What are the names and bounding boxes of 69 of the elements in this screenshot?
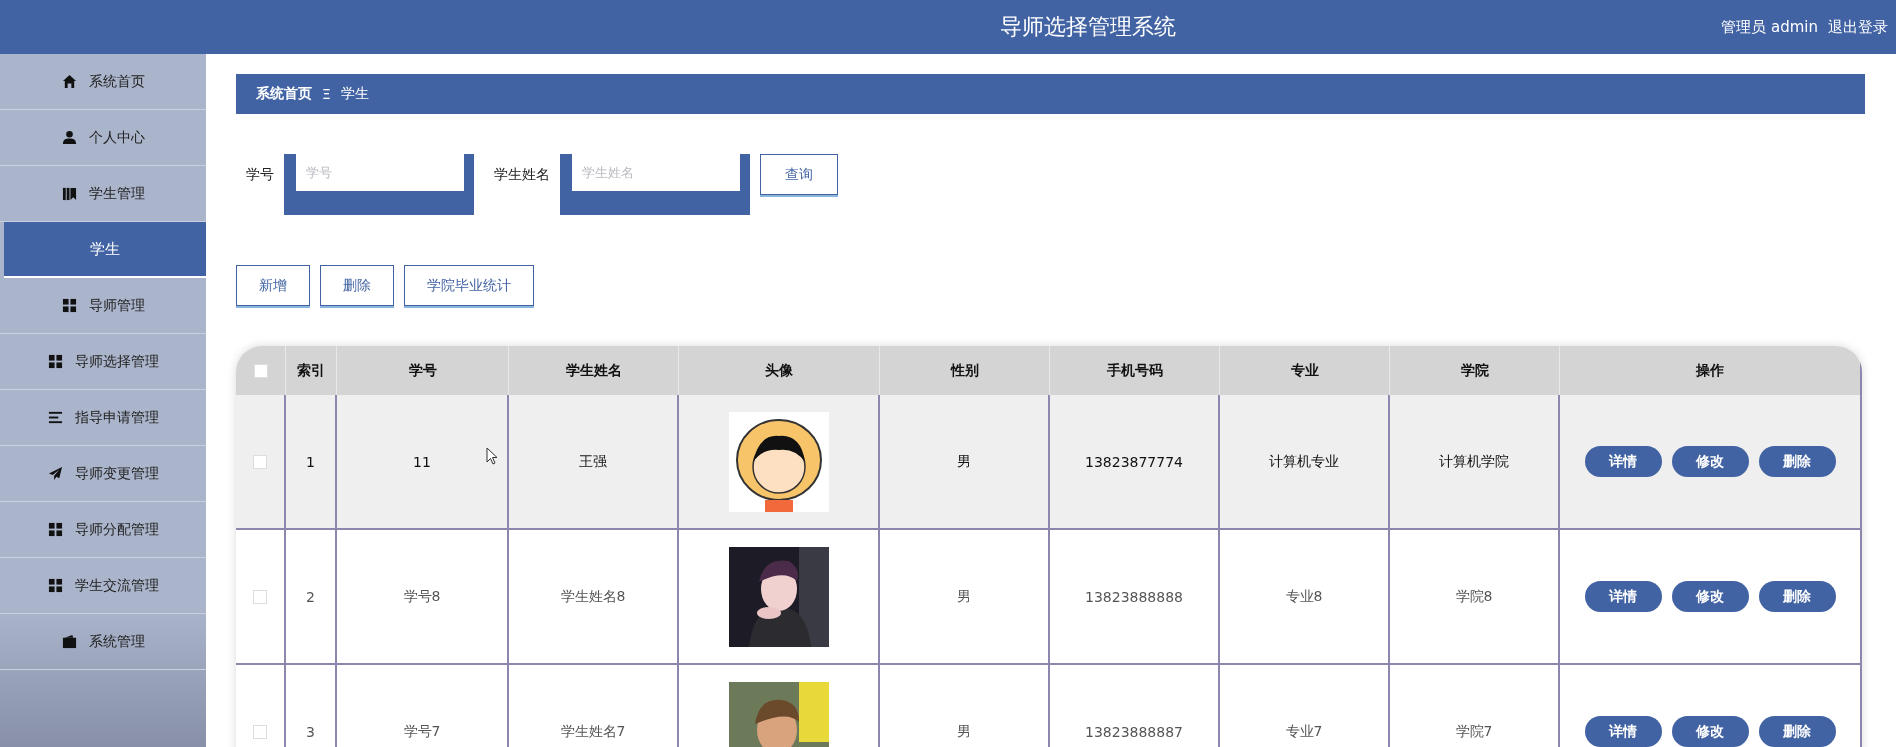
submenu-item[interactable]: 学生 (4, 222, 206, 278)
table-cell: 1 (306, 453, 315, 470)
row-checkbox[interactable] (253, 724, 267, 739)
user-label: 管理员 admin (1721, 17, 1818, 37)
menu-item[interactable]: 个人中心 (0, 110, 206, 166)
app-title: 导师选择管理系统 (1000, 13, 1176, 41)
action-button[interactable]: 学院毕业统计 (404, 265, 534, 306)
table-cell: 11 (413, 453, 431, 470)
table-cell: 男 (957, 587, 971, 606)
table-cell: 13823877774 (1085, 453, 1183, 470)
menu-item[interactable]: 系统管理 (0, 614, 206, 670)
menu-item[interactable]: 导师分配管理 (0, 502, 206, 558)
table-cell: 2 (306, 588, 315, 605)
table-cell: 13823888888 (1085, 588, 1183, 605)
table-cell: 学号7 (403, 722, 441, 741)
grid-icon (61, 298, 77, 313)
home-icon (61, 74, 77, 89)
select-all-checkbox[interactable] (253, 363, 268, 378)
paper-plane-icon (47, 466, 63, 481)
table-cell: 13823888887 (1085, 723, 1183, 740)
menu-item[interactable]: 导师管理 (0, 278, 206, 334)
table-cell: 专业7 (1285, 722, 1323, 741)
row-action-button[interactable]: 详情 (1584, 446, 1662, 477)
row-checkbox[interactable] (253, 454, 267, 469)
list-icon (47, 410, 63, 425)
row-action-button[interactable]: 修改 (1671, 446, 1749, 477)
search-field[interactable]: 学号 (284, 154, 474, 215)
table-cell: 学号8 (403, 587, 441, 606)
grid-icon (47, 354, 63, 369)
grid-icon (47, 522, 63, 537)
cursor-icon (486, 447, 498, 465)
row-action-button[interactable]: 删除 (1758, 446, 1836, 477)
table-cell: 学生姓名7 (560, 722, 626, 741)
row-action-button[interactable]: 删除 (1758, 716, 1836, 747)
table-cell: 学院7 (1455, 722, 1493, 741)
row-action-button[interactable]: 删除 (1758, 581, 1836, 612)
table-cell: 专业8 (1285, 587, 1323, 606)
field-label: 学号 (246, 166, 274, 184)
row-action-button[interactable]: 修改 (1671, 716, 1749, 747)
table-cell: 男 (957, 722, 971, 741)
menu-item[interactable]: 导师变更管理 (0, 446, 206, 502)
table-cell: 男 (957, 452, 971, 471)
wallet-icon (61, 634, 77, 649)
logout-link[interactable]: 退出登录 (1828, 17, 1888, 37)
breadcrumb-separator: Ξ (322, 86, 331, 102)
action-button[interactable]: 新增 (236, 265, 310, 306)
menu-item[interactable]: 学生交流管理 (0, 558, 206, 614)
book-icon (61, 186, 77, 201)
search-button[interactable]: 查询 (760, 154, 838, 195)
table-cell: 计算机学院 (1439, 452, 1509, 471)
table-cell: 王强 (579, 452, 607, 471)
menu-item[interactable]: 导师选择管理 (0, 334, 206, 390)
user-icon (61, 130, 77, 145)
row-action-button[interactable]: 详情 (1584, 581, 1662, 612)
menu-item[interactable]: 系统首页 (0, 54, 206, 110)
row-action-button[interactable]: 修改 (1671, 581, 1749, 612)
row-checkbox[interactable] (253, 589, 267, 604)
search-field[interactable]: 学生姓名 (560, 154, 750, 215)
breadcrumb-link[interactable]: 学生 (340, 85, 369, 103)
grid-icon (47, 578, 63, 593)
menu-item[interactable]: 指导申请管理 (0, 390, 206, 446)
field-label: 学生姓名 (494, 166, 550, 184)
row-action-button[interactable]: 详情 (1584, 716, 1662, 747)
breadcrumb-link[interactable]: 系统首页 (256, 85, 312, 103)
table-cell: 学生姓名8 (560, 587, 626, 606)
action-button[interactable]: 删除 (320, 265, 394, 306)
table-cell: 学院8 (1455, 587, 1493, 606)
table-cell: 计算机专业 (1269, 452, 1339, 471)
table-cell: 3 (306, 723, 315, 740)
